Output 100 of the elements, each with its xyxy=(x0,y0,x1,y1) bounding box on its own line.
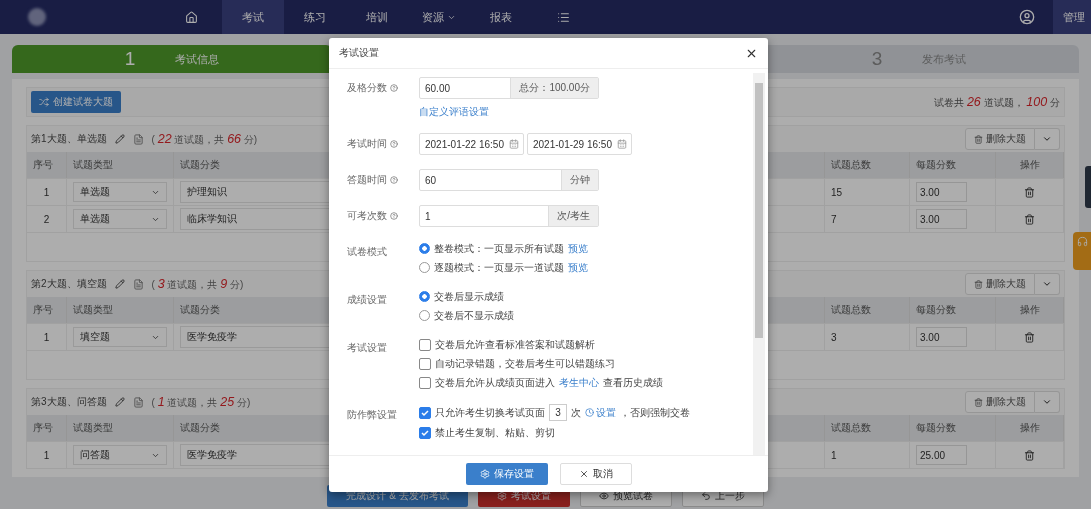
checkbox[interactable] xyxy=(419,338,431,351)
column-header: 每题分数 xyxy=(910,415,996,441)
column-header: 试题类型 xyxy=(67,152,174,178)
delete-section-button[interactable]: 删除大题 xyxy=(965,391,1035,413)
column-header: 操作 xyxy=(996,415,1064,441)
section-summary: ( 22 道试题，共 66 分) xyxy=(151,133,258,145)
option-text: 禁止考生复制、粘贴、剪切 xyxy=(435,425,555,440)
section-title: 第1大题、单选题 xyxy=(31,132,107,146)
caret-icon xyxy=(1042,397,1052,407)
nav-item[interactable]: 考试 xyxy=(222,0,284,34)
nav-item[interactable]: 练习 xyxy=(284,0,346,34)
nav-item[interactable]: 培训 xyxy=(346,0,408,34)
pencil-icon[interactable] xyxy=(114,397,125,407)
input-value: 60.00 xyxy=(424,81,452,96)
side-tab[interactable] xyxy=(1085,166,1091,208)
radio-button[interactable] xyxy=(419,262,430,273)
date-field[interactable]: 2021-01-29 16:50 xyxy=(527,133,632,155)
option-link[interactable]: 考生中心 xyxy=(559,375,599,390)
save-button[interactable]: 保存设置 xyxy=(465,463,548,485)
close-icon xyxy=(578,469,589,479)
cancel-button[interactable]: 取消 xyxy=(559,463,632,485)
table-cell: 1 xyxy=(27,323,67,350)
column-header: 试题类型 xyxy=(67,415,174,441)
input-group[interactable]: 60 分钟 xyxy=(419,169,599,191)
table-cell: 15 xyxy=(825,178,910,205)
type-select[interactable]: 问答题 xyxy=(73,445,167,465)
column-header: 试题总数 xyxy=(825,415,910,441)
document-icon[interactable] xyxy=(132,133,144,145)
scrollbar[interactable] xyxy=(753,73,765,455)
user-menu[interactable]: 管理 xyxy=(1053,0,1091,34)
radio-button[interactable] xyxy=(419,310,430,321)
trash-icon[interactable] xyxy=(1024,331,1035,343)
clock-icon xyxy=(585,408,594,417)
eye-icon xyxy=(598,491,609,501)
score-input[interactable]: 3.00 xyxy=(916,182,967,202)
gear-icon xyxy=(479,469,490,479)
option-text: 自动记录错题，交卷后考生可以错题练习 xyxy=(435,356,615,371)
pencil-icon[interactable] xyxy=(114,279,125,289)
score-input[interactable]: 3.00 xyxy=(916,327,967,347)
nav-item[interactable]: 报表 xyxy=(470,0,532,34)
trash-icon xyxy=(974,397,983,407)
table-cell: 1 xyxy=(27,441,67,468)
type-select[interactable]: 填空题 xyxy=(73,327,167,347)
back-arrow-icon xyxy=(700,491,711,501)
trash-icon[interactable] xyxy=(1024,186,1035,198)
radio-button[interactable] xyxy=(419,291,430,302)
date-field[interactable]: 2021-01-22 16:50 xyxy=(419,133,524,155)
document-icon[interactable] xyxy=(132,396,144,408)
caret-icon xyxy=(1042,134,1052,144)
count-input[interactable]: 3 xyxy=(549,404,567,421)
nav-item[interactable]: 资源 xyxy=(408,0,470,34)
table-cell: 2 xyxy=(27,205,67,232)
type-select[interactable]: 单选题 xyxy=(73,209,167,229)
help-icon xyxy=(390,140,398,148)
option-text: 交卷后允许查看标准答案和试题解析 xyxy=(435,337,595,352)
column-header: 序号 xyxy=(27,297,67,323)
trash-icon[interactable] xyxy=(1024,213,1035,225)
option-link[interactable]: 预览 xyxy=(568,260,588,275)
section-summary: ( 3 道试题，共 9 分) xyxy=(151,278,244,290)
input-group[interactable]: 1 次/考生 xyxy=(419,205,599,227)
field-label: 可考次数 xyxy=(347,205,419,227)
calendar-icon xyxy=(509,139,519,149)
column-header: 试题总数 xyxy=(825,152,910,178)
checkbox[interactable] xyxy=(419,426,431,439)
score-input[interactable]: 25.00 xyxy=(916,445,967,465)
column-header: 序号 xyxy=(27,415,67,441)
home-icon xyxy=(184,10,198,24)
radio-button[interactable] xyxy=(419,243,430,254)
option-text: 查看历史成绩 xyxy=(603,375,663,390)
user-icon[interactable] xyxy=(1019,9,1035,25)
input-group[interactable]: 60.00 总分：100.00分 xyxy=(419,77,599,99)
custom-comment-link[interactable]: 自定义评语设置 xyxy=(419,105,753,119)
dialog-title: 考试设置 xyxy=(339,46,379,60)
delete-section-button[interactable]: 删除大题 xyxy=(965,128,1035,150)
column-header: 操作 xyxy=(996,152,1064,178)
field-label: 及格分数 xyxy=(347,77,419,99)
delete-section-button[interactable]: 删除大题 xyxy=(965,273,1035,295)
score-input[interactable]: 3.00 xyxy=(916,209,967,229)
type-select[interactable]: 单选题 xyxy=(73,182,167,202)
paper-summary: 试卷共 26 道试题， 100 分 xyxy=(934,96,1060,108)
pencil-icon[interactable] xyxy=(114,134,125,144)
column-header: 每题分数 xyxy=(910,297,996,323)
document-icon[interactable] xyxy=(132,278,144,290)
input-value: 1 xyxy=(424,209,432,224)
checkbox[interactable] xyxy=(419,406,431,419)
option-text: 整卷模式：一页显示所有试题 xyxy=(434,241,564,256)
help-icon xyxy=(390,84,398,92)
checkbox[interactable] xyxy=(419,357,431,370)
trash-icon[interactable] xyxy=(1024,449,1035,461)
table-cell: 1 xyxy=(27,178,67,205)
caret-icon xyxy=(1042,279,1052,289)
create-section-button[interactable]: 创建试卷大题 xyxy=(31,91,121,113)
headset-icon xyxy=(1076,236,1088,247)
section-summary: ( 1 道试题，共 25 分) xyxy=(151,396,251,408)
logo-icon xyxy=(28,8,46,26)
option-link[interactable]: 预览 xyxy=(568,241,588,256)
table-cell: 3 xyxy=(825,323,910,350)
checkbox[interactable] xyxy=(419,376,431,389)
column-header: 每题分数 xyxy=(910,152,996,178)
column-header: 序号 xyxy=(27,152,67,178)
